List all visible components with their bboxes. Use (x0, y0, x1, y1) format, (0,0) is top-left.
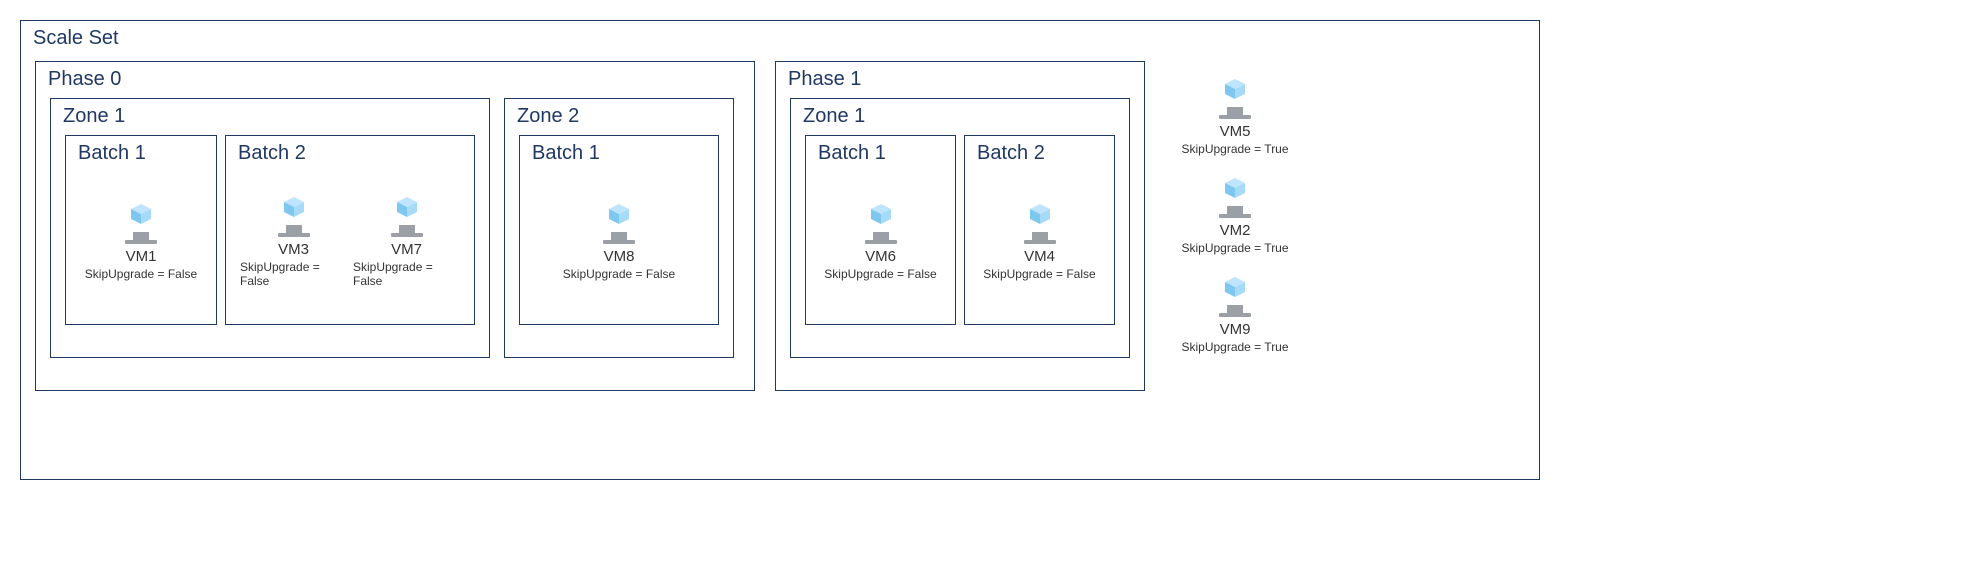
vm-item: VM1 SkipUpgrade = False (81, 196, 201, 281)
phase-1-title: Phase 1 (788, 68, 861, 91)
vm-icon (111, 196, 171, 246)
vm-item: VM9 SkipUpgrade = True (1175, 269, 1295, 354)
scale-set-container: Scale Set Phase 0 Zone 1 Batch 1 VM1 Ski… (20, 20, 1540, 480)
phase0-zone1-batch1: Batch 1 VM1 SkipUpgrade = False (65, 135, 217, 325)
vm-name: VM3 (278, 241, 309, 258)
vm-attr: SkipUpgrade = False (353, 260, 460, 288)
phase0-zone1-batch2: Batch 2 VM3 SkipUpgrade = False VM7 Skip… (225, 135, 475, 325)
batch-title: Batch 2 (238, 142, 306, 165)
vm-attr: SkipUpgrade = False (983, 267, 1095, 281)
phase1-zone1-title: Zone 1 (803, 105, 865, 128)
phase-1: Phase 1 Zone 1 Batch 1 VM6 SkipUpgrade =… (775, 61, 1145, 391)
phase0-zone1-title: Zone 1 (63, 105, 125, 128)
vm-item: VM3 SkipUpgrade = False (240, 189, 347, 288)
batch-title: Batch 1 (78, 142, 146, 165)
vm-item: VM5 SkipUpgrade = True (1175, 71, 1295, 156)
vm-icon (377, 189, 437, 239)
phase1-zone1: Zone 1 Batch 1 VM6 SkipUpgrade = False B… (790, 98, 1130, 358)
phase0-zone2-batch1: Batch 1 VM8 SkipUpgrade = False (519, 135, 719, 325)
vm-attr: SkipUpgrade = True (1181, 142, 1288, 156)
scale-set-title: Scale Set (33, 27, 119, 50)
vm-name: VM7 (391, 241, 422, 258)
phase1-zone1-batch1: Batch 1 VM6 SkipUpgrade = False (805, 135, 956, 325)
batch-title: Batch 2 (977, 142, 1045, 165)
vm-attr: SkipUpgrade = False (824, 267, 936, 281)
phase0-zone2: Zone 2 Batch 1 VM8 SkipUpgrade = False (504, 98, 734, 358)
vm-icon (264, 189, 324, 239)
vm-attr: SkipUpgrade = True (1181, 340, 1288, 354)
vm-icon (851, 196, 911, 246)
vm-name: VM6 (865, 248, 896, 265)
vm-name: VM1 (126, 248, 157, 265)
phase0-zone2-title: Zone 2 (517, 105, 579, 128)
vm-attr: SkipUpgrade = False (85, 267, 197, 281)
vm-name: VM2 (1220, 222, 1251, 239)
vm-icon (1205, 71, 1265, 121)
vm-icon (1205, 269, 1265, 319)
phase1-zone1-batch2: Batch 2 VM4 SkipUpgrade = False (964, 135, 1115, 325)
vm-item: VM6 SkipUpgrade = False (821, 196, 941, 281)
vm-item: VM4 SkipUpgrade = False (980, 196, 1100, 281)
vm-name: VM4 (1024, 248, 1055, 265)
vm-icon (1010, 196, 1070, 246)
vm-attr: SkipUpgrade = False (240, 260, 347, 288)
vm-name: VM9 (1220, 321, 1251, 338)
vm-icon (1205, 170, 1265, 220)
vm-name: VM5 (1220, 123, 1251, 140)
vm-item: VM2 SkipUpgrade = True (1175, 170, 1295, 255)
vm-name: VM8 (604, 248, 635, 265)
phase-0: Phase 0 Zone 1 Batch 1 VM1 SkipUpgrade =… (35, 61, 755, 391)
batch-title: Batch 1 (532, 142, 600, 165)
vm-item: VM7 SkipUpgrade = False (353, 189, 460, 288)
vm-icon (589, 196, 649, 246)
vm-item: VM8 SkipUpgrade = False (559, 196, 679, 281)
phase-0-title: Phase 0 (48, 68, 121, 91)
vm-attr: SkipUpgrade = True (1181, 241, 1288, 255)
side-vm-list: VM5 SkipUpgrade = True VM2 SkipUpgrade =… (1175, 71, 1295, 354)
batch-title: Batch 1 (818, 142, 886, 165)
vm-attr: SkipUpgrade = False (563, 267, 675, 281)
phase0-zone1: Zone 1 Batch 1 VM1 SkipUpgrade = False B… (50, 98, 490, 358)
